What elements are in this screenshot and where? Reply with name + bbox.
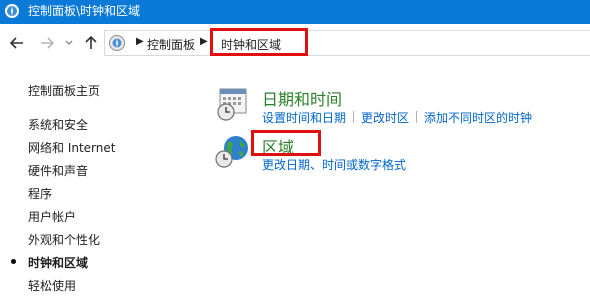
category-links-region: 更改日期、时间或数字格式 <box>262 156 406 173</box>
sidebar-item-appearance[interactable]: 外观和个性化 <box>28 231 100 248</box>
link-add-clocks[interactable]: 添加不同时区的时钟 <box>424 111 532 125</box>
sidebar: 控制面板主页 系统和安全 网络和 Internet 硬件和声音 程序 用户帐户 … <box>0 64 200 304</box>
sidebar-item-network[interactable]: 网络和 Internet <box>28 139 115 156</box>
sidebar-item-home[interactable]: 控制面板主页 <box>28 82 100 99</box>
arrow-left-icon[interactable] <box>8 34 26 52</box>
chevron-right-icon[interactable]: ▶ <box>200 36 208 47</box>
address-bar[interactable]: ▶ 控制面板 ▶ 时钟和区域 <box>104 30 590 56</box>
sidebar-item-programs[interactable]: 程序 <box>28 185 52 202</box>
breadcrumb-control-panel[interactable]: 控制面板 <box>147 36 195 53</box>
highlight-box <box>251 130 321 156</box>
globe-clock-icon <box>215 136 248 168</box>
title-bar: 控制面板\时钟和区域 <box>0 0 590 24</box>
category-links-date-time: 设置时间和日期 更改时区 添加不同时区的时钟 <box>262 109 532 126</box>
arrow-up-icon[interactable] <box>82 34 100 52</box>
window-title: 控制面板\时钟和区域 <box>28 4 141 18</box>
link-separator <box>353 111 355 123</box>
sidebar-item-clock-region[interactable]: 时钟和区域 <box>28 254 88 271</box>
link-set-time-date[interactable]: 设置时间和日期 <box>262 111 346 125</box>
sidebar-item-hardware-sound[interactable]: 硬件和声音 <box>28 162 88 179</box>
arrow-right-icon[interactable] <box>38 34 56 52</box>
link-change-timezone[interactable]: 更改时区 <box>361 111 409 125</box>
link-separator <box>416 111 418 123</box>
control-panel-icon <box>109 35 125 51</box>
chevron-right-icon[interactable]: ▶ <box>136 36 144 47</box>
sidebar-item-ease-of-access[interactable]: 轻松使用 <box>28 277 76 294</box>
category-title-date-time[interactable]: 日期和时间 <box>262 86 342 110</box>
sidebar-item-user-accounts[interactable]: 用户帐户 <box>28 208 76 225</box>
calendar-clock-icon <box>217 88 247 121</box>
current-item-bullet <box>11 259 16 264</box>
control-panel-icon <box>5 4 19 18</box>
sidebar-item-system-security[interactable]: 系统和安全 <box>28 116 88 133</box>
highlight-box <box>210 28 308 56</box>
chevron-down-icon[interactable] <box>64 34 74 52</box>
link-change-formats[interactable]: 更改日期、时间或数字格式 <box>262 158 406 172</box>
